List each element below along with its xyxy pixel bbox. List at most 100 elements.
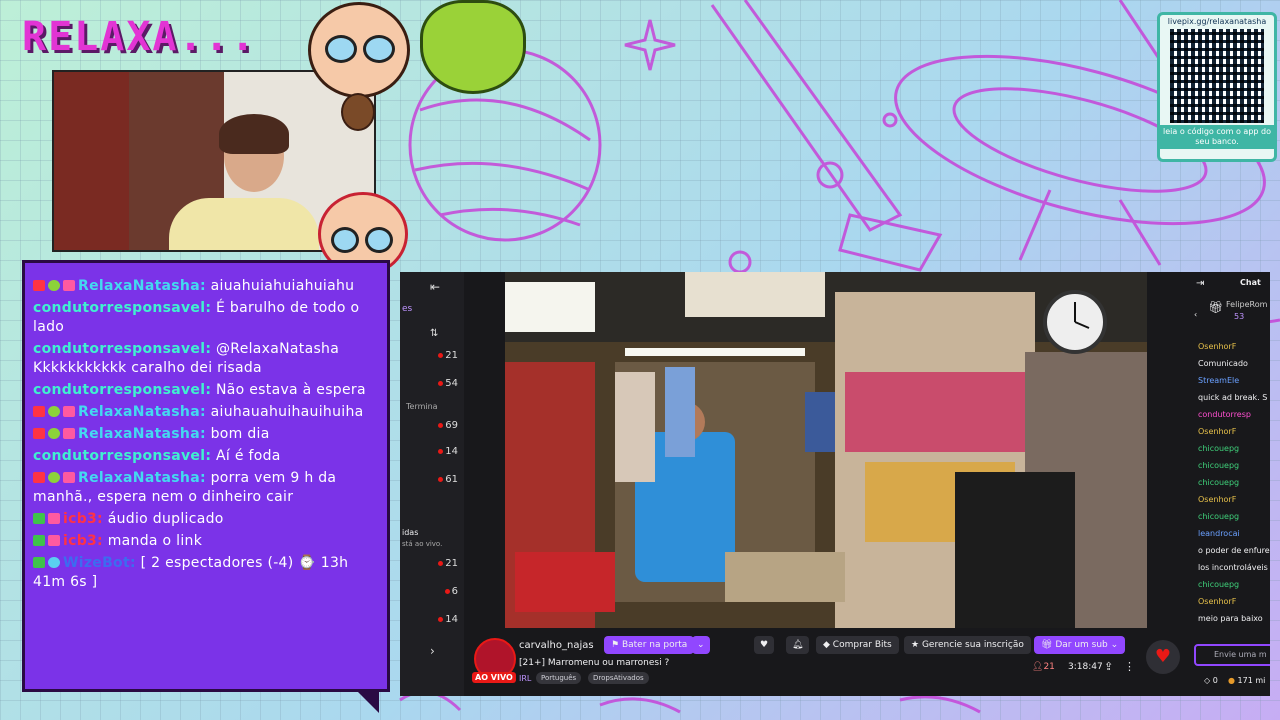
webcam-shelf — [54, 72, 129, 250]
chat-username[interactable]: condutorresponsavel: — [33, 448, 211, 464]
chat-username[interactable]: RelaxaNatasha: — [78, 404, 206, 420]
chat-line: OsenhorF — [1198, 495, 1237, 504]
knock-button[interactable]: ⚑ Bater na porta — [604, 636, 695, 654]
sidebar-item-label: Termina — [406, 402, 438, 411]
knock-dropdown-button[interactable]: ⌄ — [692, 636, 710, 654]
chat-username[interactable]: RelaxaNatasha: — [78, 470, 206, 486]
sidebar-viewer-count: 6 — [444, 586, 458, 597]
chat-text: Aí é foda — [216, 448, 281, 464]
stream-uptime: 3:18:47 — [1068, 662, 1103, 672]
mascot-face-top — [308, 2, 410, 131]
live-dot-icon — [438, 449, 444, 454]
chevron-down-icon: ⌄ — [1110, 640, 1119, 650]
chat-overlay-message: WizeBot: [ 2 espectadores (-4) ⌚ 13h 41m… — [33, 554, 379, 592]
youtube-badge-icon — [33, 428, 45, 439]
channel-points[interactable]: ● 171 mi — [1228, 676, 1265, 685]
qr-code — [1170, 29, 1264, 123]
chevron-down-icon: ⌄ — [697, 640, 705, 650]
livepix-link: livepix.gg/relaxanatasha — [1167, 17, 1267, 26]
hype-heart-button[interactable]: ♥ — [1146, 640, 1180, 674]
collapse-sidebar-icon[interactable]: ⇤ — [430, 280, 440, 294]
livepix-qr-panel[interactable]: livepix.gg/relaxanatasha leia o código c… — [1157, 12, 1277, 162]
chat-overlay-message: icb3: manda o link — [33, 532, 379, 551]
alien-badge-icon — [48, 280, 60, 291]
chat-line: chicouepg — [1198, 461, 1240, 470]
chat-input-placeholder: Envie uma m — [1214, 650, 1267, 659]
chat-line: chicouepg — [1198, 580, 1240, 589]
sidebar-viewer-count: 14 — [438, 446, 458, 457]
chat-username[interactable]: condutorresponsavel: — [33, 300, 211, 316]
sort-icon[interactable]: ⇅ — [430, 328, 438, 339]
gift-badge-icon — [63, 472, 75, 483]
tag-language[interactable]: Português — [536, 672, 582, 684]
pinned-count: 53 — [1234, 312, 1245, 321]
stream-info-bar: AO VIVO carvalho_najas ⚑ Bater na porta … — [464, 628, 1188, 696]
chat-overlay-messages: RelaxaNatasha: aiuahuiahuiahuiahu conduto… — [33, 277, 379, 592]
chat-overlay-message: condutorresponsavel: Não estava à espera — [33, 381, 379, 400]
bell-icon: 🔔︎ — [792, 640, 804, 650]
chat-line: chicouepg — [1198, 478, 1240, 487]
youtube-badge-icon — [33, 472, 45, 483]
youtube-badge-icon — [33, 280, 45, 291]
collapse-chat-icon[interactable]: ⇥ — [1196, 278, 1204, 289]
bits-icon: ◆ — [823, 640, 830, 650]
chat-line: Comunicado — [1198, 359, 1248, 368]
live-dot-icon — [438, 353, 444, 358]
chat-text: manda o link — [107, 533, 203, 549]
sidebar-viewer-count: 14 — [438, 614, 458, 625]
channel-name[interactable]: carvalho_najas — [519, 640, 594, 651]
chat-line: OsenhorF — [1198, 597, 1237, 606]
notifications-button[interactable]: 🔔︎ — [786, 636, 810, 654]
chat-line: OsenhorF — [1198, 427, 1237, 436]
tag-drops[interactable]: DropsAtivados — [588, 672, 649, 684]
share-icon[interactable]: ⇪ — [1104, 660, 1113, 673]
heart-icon: ♥ — [760, 640, 769, 650]
bot-badge-icon — [48, 557, 60, 568]
video-player[interactable] — [505, 272, 1147, 628]
pinned-user[interactable]: FelipeRom — [1226, 300, 1267, 309]
chat-overlay-message: RelaxaNatasha: aiuahuiahuiahuiahu — [33, 277, 379, 296]
chat-header: Chat — [1240, 278, 1261, 287]
chat-line: los incontroláveis — [1198, 563, 1268, 572]
points-icon: ● — [1228, 676, 1235, 685]
chat-text: aiuahuiahuiahuiahu — [210, 278, 355, 294]
chat-username[interactable]: RelaxaNatasha: — [78, 426, 206, 442]
chat-input[interactable]: Envie uma m — [1194, 644, 1270, 666]
chat-line: chicouepg — [1198, 512, 1240, 521]
gift-icon: 🎁︎ — [1208, 300, 1224, 314]
gift-icon: 🎁︎ — [1041, 640, 1053, 650]
bits-balance: ◇ 0 — [1204, 676, 1218, 685]
more-options-icon[interactable]: ⋮ — [1124, 660, 1135, 673]
expand-arrow-icon[interactable]: › — [430, 644, 435, 658]
chat-username[interactable]: condutorresponsavel: — [33, 341, 211, 357]
door-icon: ⚑ — [611, 640, 620, 650]
chat-username[interactable]: icb3: — [63, 511, 103, 527]
twitch-stream-window: ⇤ es ⇅ 21 54 69 14 61 Termina idas stá ao vi… — [400, 272, 1270, 696]
sidebar-viewer-count: 21 — [438, 350, 458, 361]
sidebar-section-label: es — [402, 304, 413, 314]
chat-username[interactable]: RelaxaNatasha: — [78, 278, 206, 294]
alien-badge-icon — [48, 406, 60, 417]
chat-overlay-message: condutorresponsavel: Aí é foda — [33, 447, 379, 466]
chat-text: aiuhauahuihauihuiha — [210, 404, 364, 420]
chat-username[interactable]: WizeBot: — [63, 555, 136, 571]
sidebar-viewer-count: 21 — [438, 558, 458, 569]
manage-sub-button[interactable]: ★ Gerencie sua inscrição — [904, 636, 1031, 654]
follow-heart-button[interactable]: ♥ — [754, 636, 775, 654]
live-dot-icon — [438, 423, 444, 428]
alien-badge-icon — [48, 472, 60, 483]
chat-username[interactable]: icb3: — [63, 533, 103, 549]
chat-line: leandrocai — [1198, 529, 1240, 538]
viewer-count: 👤︎21 — [1032, 662, 1055, 672]
bits-icon: ◇ — [1204, 676, 1211, 685]
gift-sub-button[interactable]: 🎁︎ Dar um sub ⌄ — [1034, 636, 1126, 654]
sidebar-section2-sub: stá ao vivo. — [402, 540, 443, 548]
chevron-left-icon[interactable]: ‹ — [1194, 310, 1197, 319]
chat-username[interactable]: condutorresponsavel: — [33, 382, 211, 398]
chat-line: condutorresp — [1198, 410, 1251, 419]
youtube-badge-icon — [33, 406, 45, 417]
stream-category[interactable]: IRL — [519, 674, 531, 683]
buy-bits-button[interactable]: ◆ Comprar Bits — [816, 636, 899, 654]
live-badge: AO VIVO — [472, 672, 516, 683]
chat-line: quick ad break. S — [1198, 393, 1268, 402]
